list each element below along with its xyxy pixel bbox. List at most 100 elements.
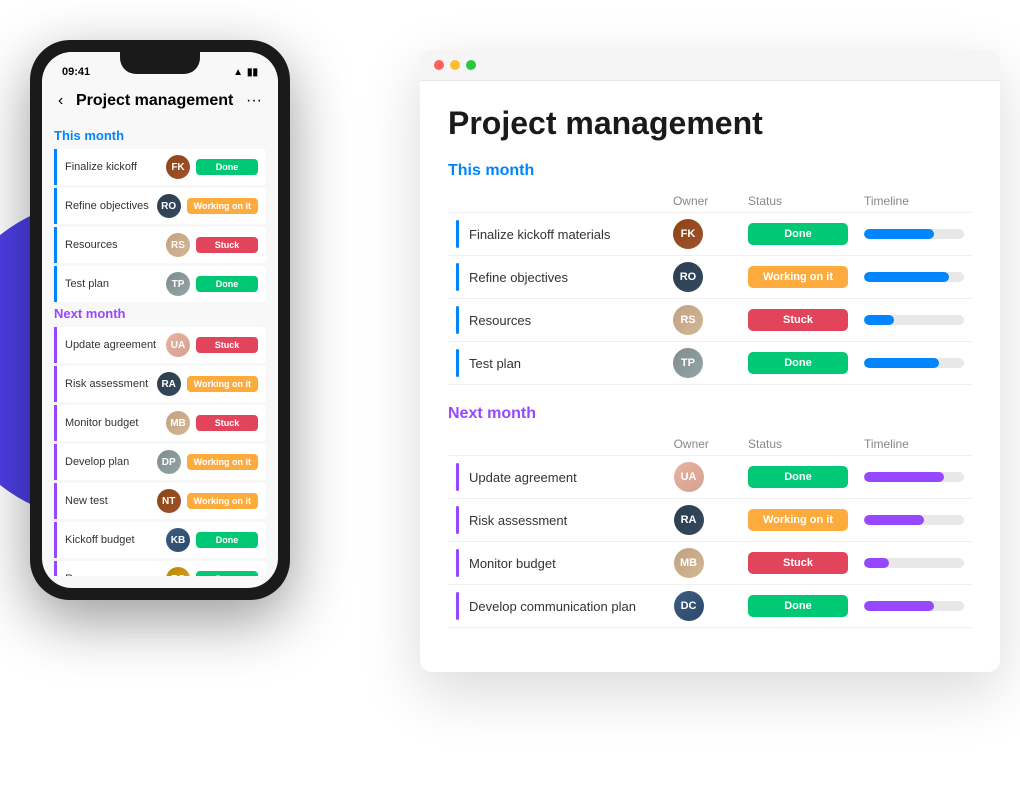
status-badge: Stuck — [748, 309, 848, 331]
task-name: Refine objectives — [469, 270, 568, 285]
status-badge: Stuck — [748, 552, 848, 574]
desktop-titlebar — [420, 50, 1000, 81]
wifi-icon: ▲ — [233, 67, 243, 78]
desktop-next-month-table: Owner Status Timeline Update agreement — [448, 433, 972, 628]
avatar: RA — [157, 372, 181, 396]
titlebar-minimize-dot[interactable] — [450, 60, 460, 70]
phone-task-name: Refine objectives — [65, 200, 151, 212]
task-name: Resources — [469, 313, 531, 328]
timeline-cell — [856, 456, 972, 499]
owner-cell: UA — [666, 456, 740, 499]
phone-row: Refine objectives RO Working on it — [54, 188, 266, 224]
owner-cell: RS — [665, 299, 740, 342]
task-cell: Resources — [448, 299, 665, 342]
desktop-this-month-table: Owner Status Timeline Finalize kickoff m… — [448, 190, 972, 385]
phone-screen: 09:41 ▲ ▮▮ ‹ Project management ··· This… — [42, 52, 278, 588]
col-header-timeline: Timeline — [856, 190, 972, 213]
phone-title: Project management — [76, 92, 233, 110]
col-header-task — [448, 433, 666, 456]
avatar: DC — [674, 591, 704, 621]
titlebar-close-dot[interactable] — [434, 60, 444, 70]
phone-task-name: Kickoff budget — [65, 534, 160, 546]
timeline-cell — [856, 542, 972, 585]
status-cell: Done — [740, 585, 856, 628]
avatar: MB — [166, 411, 190, 435]
phone-back-button[interactable]: ‹ — [58, 92, 63, 110]
timeline-bar — [864, 601, 964, 611]
col-header-owner: Owner — [665, 190, 740, 213]
status-cell: Stuck — [740, 542, 856, 585]
timeline-bar — [864, 229, 964, 239]
timeline-fill — [864, 272, 949, 282]
desktop-window: Project management This month Owner Stat… — [420, 50, 1000, 672]
col-header-timeline2: Timeline — [856, 433, 972, 456]
status-badge: Done — [196, 276, 258, 292]
phone-row: Resources RS Stuck — [54, 227, 266, 263]
avatar: MB — [674, 548, 704, 578]
status-cell: Stuck — [740, 299, 856, 342]
table-row: Resources RS Stuck — [448, 299, 972, 342]
timeline-fill — [864, 515, 924, 525]
owner-cell: FK — [665, 213, 740, 256]
table-row: Develop communication plan DC Done — [448, 585, 972, 628]
status-badge: Working on it — [748, 509, 848, 531]
timeline-cell — [856, 256, 972, 299]
phone-task-name: Resources — [65, 573, 160, 576]
status-badge: Done — [196, 532, 258, 548]
owner-cell: TP — [665, 342, 740, 385]
avatar: KB — [166, 528, 190, 552]
timeline-bar — [864, 558, 964, 568]
task-name: Monitor budget — [469, 556, 556, 571]
timeline-cell — [856, 499, 972, 542]
timeline-fill — [864, 558, 889, 568]
timeline-cell — [856, 213, 972, 256]
status-badge: Done — [748, 595, 848, 617]
phone-row: New test NT Working on it — [54, 483, 266, 519]
timeline-bar — [864, 272, 964, 282]
task-border — [456, 349, 459, 377]
phone-this-month-title: This month — [54, 128, 266, 143]
phone-notch — [120, 52, 200, 74]
task-border — [456, 263, 459, 291]
avatar: UA — [166, 333, 190, 357]
avatar: RS — [166, 567, 190, 576]
task-border — [456, 306, 459, 334]
phone-row: Monitor budget MB Stuck — [54, 405, 266, 441]
avatar: TP — [166, 272, 190, 296]
phone-next-month-title: Next month — [54, 306, 266, 321]
timeline-bar — [864, 515, 964, 525]
task-border — [456, 506, 459, 534]
phone-row: Kickoff budget KB Done — [54, 522, 266, 558]
table-row: Refine objectives RO Working on it — [448, 256, 972, 299]
status-cell: Working on it — [740, 256, 856, 299]
phone-row: Test plan TP Done — [54, 266, 266, 302]
status-cell: Done — [740, 342, 856, 385]
col-header-status: Status — [740, 190, 856, 213]
table-row: Update agreement UA Done — [448, 456, 972, 499]
phone-task-name: Update agreement — [65, 339, 160, 351]
timeline-fill — [864, 229, 934, 239]
phone-row: Develop plan DP Working on it — [54, 444, 266, 480]
task-name: Test plan — [469, 356, 521, 371]
titlebar-maximize-dot[interactable] — [466, 60, 476, 70]
status-badge: Stuck — [196, 337, 258, 353]
desktop-page-title: Project management — [448, 105, 972, 142]
task-cell: Refine objectives — [448, 256, 665, 299]
phone-body: 09:41 ▲ ▮▮ ‹ Project management ··· This… — [30, 40, 290, 600]
timeline-bar — [864, 315, 964, 325]
status-badge: Done — [748, 352, 848, 374]
task-cell: Monitor budget — [448, 542, 666, 585]
task-cell: Update agreement — [448, 456, 666, 499]
owner-cell: RA — [666, 499, 740, 542]
task-name: Finalize kickoff materials — [469, 227, 610, 242]
avatar: DP — [157, 450, 181, 474]
timeline-cell — [856, 342, 972, 385]
status-badge: Working on it — [187, 454, 258, 470]
status-badge: Working on it — [748, 266, 848, 288]
avatar: NT — [157, 489, 181, 513]
phone-time: 09:41 — [62, 66, 90, 78]
phone-row: Update agreement UA Stuck — [54, 327, 266, 363]
timeline-cell — [856, 585, 972, 628]
task-cell: Risk assessment — [448, 499, 666, 542]
phone-more-button[interactable]: ··· — [246, 92, 262, 110]
